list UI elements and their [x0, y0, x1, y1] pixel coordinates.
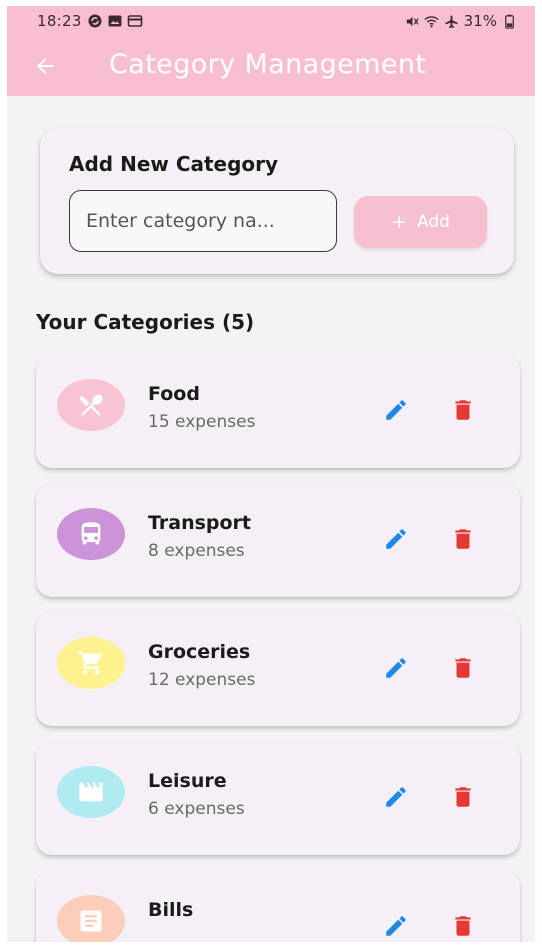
delete-button[interactable]	[443, 390, 483, 430]
receipt-icon	[80, 910, 102, 932]
delete-button[interactable]	[443, 906, 483, 942]
edit-icon	[386, 916, 406, 936]
category-name: Bills	[148, 899, 194, 921]
wifi-icon	[424, 15, 439, 27]
mute-icon	[406, 16, 419, 26]
category-expense-count: 8 expenses	[148, 541, 245, 561]
categories-heading: Your Categories (5)	[36, 310, 255, 334]
photo-icon	[108, 15, 122, 27]
edit-button[interactable]	[376, 390, 416, 430]
category-card[interactable]: Groceries 12 expenses	[36, 612, 520, 726]
status-bar: 18:23 31%	[7, 6, 535, 36]
delete-button[interactable]	[443, 777, 483, 817]
edit-icon	[386, 787, 406, 807]
delete-icon	[455, 658, 471, 678]
edit-button[interactable]	[376, 777, 416, 817]
category-name: Groceries	[148, 641, 251, 663]
bus-icon	[81, 522, 101, 545]
category-avatar	[57, 895, 125, 942]
arrow-back-icon	[37, 58, 53, 74]
page-title: Category Management	[109, 49, 427, 80]
add-button-label: Add	[417, 212, 450, 232]
category-card[interactable]: Leisure 6 expenses	[36, 741, 520, 855]
airplane-icon	[445, 14, 458, 28]
add-category-button[interactable]: + Add	[354, 196, 487, 248]
category-avatar	[57, 637, 125, 689]
card-icon	[127, 15, 143, 27]
edit-icon	[386, 529, 406, 549]
category-expense-count: 12 expenses	[148, 670, 256, 690]
category-name: Leisure	[148, 770, 227, 792]
category-avatar	[57, 766, 125, 818]
delete-icon	[455, 916, 471, 936]
restaurant-icon	[80, 394, 103, 416]
delete-icon	[455, 787, 471, 807]
app-bar: Category Management	[7, 36, 535, 96]
edit-icon	[386, 400, 406, 420]
battery-level: 31%	[463, 12, 497, 30]
category-expense-count: 15 expenses	[148, 412, 256, 432]
status-time: 18:23	[37, 12, 82, 30]
cart-icon	[78, 651, 102, 675]
category-card[interactable]: Transport 8 expenses	[36, 483, 520, 597]
category-card[interactable]: Bills	[36, 870, 520, 942]
edit-button[interactable]	[376, 519, 416, 559]
category-expense-count: 6 expenses	[148, 799, 245, 819]
category-name: Food	[148, 383, 200, 405]
add-category-title: Add New Category	[69, 152, 279, 176]
battery-icon	[505, 14, 514, 29]
status-right: 31%	[404, 12, 517, 30]
back-button[interactable]	[29, 50, 61, 82]
category-avatar	[57, 379, 125, 431]
category-avatar	[57, 508, 125, 560]
add-category-card: Add New Category + Add	[40, 128, 514, 274]
edit-button[interactable]	[376, 648, 416, 688]
edit-icon	[386, 658, 406, 678]
app-screen: 18:23 31% Category Management Add New Ca…	[7, 6, 535, 942]
movie-icon	[79, 782, 103, 802]
status-left-icons	[87, 13, 143, 29]
edit-button[interactable]	[376, 906, 416, 942]
sync-icon	[88, 14, 102, 28]
category-name: Transport	[148, 512, 252, 534]
delete-button[interactable]	[443, 648, 483, 688]
delete-icon	[455, 529, 471, 549]
delete-icon	[455, 400, 471, 420]
category-card[interactable]: Food 15 expenses	[36, 354, 520, 468]
delete-button[interactable]	[443, 519, 483, 559]
plus-icon: +	[391, 211, 407, 233]
category-name-input[interactable]	[69, 190, 337, 252]
